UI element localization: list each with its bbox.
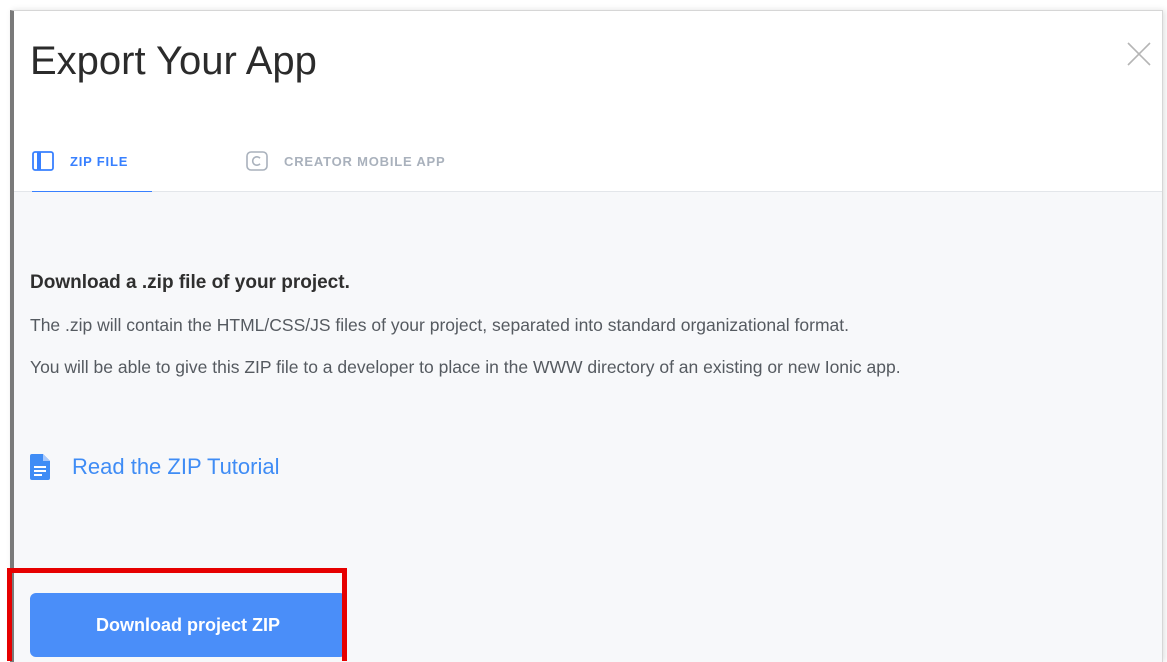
tab-creator-mobile-app[interactable]: CREATOR MOBILE APP (246, 151, 516, 191)
creator-c-icon (246, 151, 268, 171)
document-icon (30, 454, 50, 480)
zip-file-panel: Download a .zip file of your project. Th… (14, 192, 1162, 662)
modal-title: Export Your App (30, 39, 317, 83)
close-button[interactable] (1122, 37, 1156, 71)
panel-heading: Download a .zip file of your project. (30, 272, 350, 293)
export-tabs: ZIP FILE CREATOR MOBILE APP (14, 139, 1162, 193)
tab-zip-file-label: ZIP FILE (70, 154, 129, 169)
zip-file-icon (32, 151, 54, 171)
panel-description-1: The .zip will contain the HTML/CSS/JS fi… (30, 315, 850, 335)
tab-creator-mobile-app-label: CREATOR MOBILE APP (284, 154, 446, 169)
read-zip-tutorial-label: Read the ZIP Tutorial (72, 454, 280, 479)
tab-zip-file[interactable]: ZIP FILE (32, 151, 152, 193)
modal-header: Export Your App (14, 11, 1162, 111)
close-icon (1127, 42, 1151, 66)
export-modal: Export Your App ZIP FILE CREATOR MOBILE … (10, 10, 1163, 662)
panel-description-2: You will be able to give this ZIP file t… (30, 357, 901, 377)
download-project-zip-button[interactable]: Download project ZIP (30, 593, 346, 657)
read-zip-tutorial-link[interactable]: Read the ZIP Tutorial (30, 454, 280, 480)
